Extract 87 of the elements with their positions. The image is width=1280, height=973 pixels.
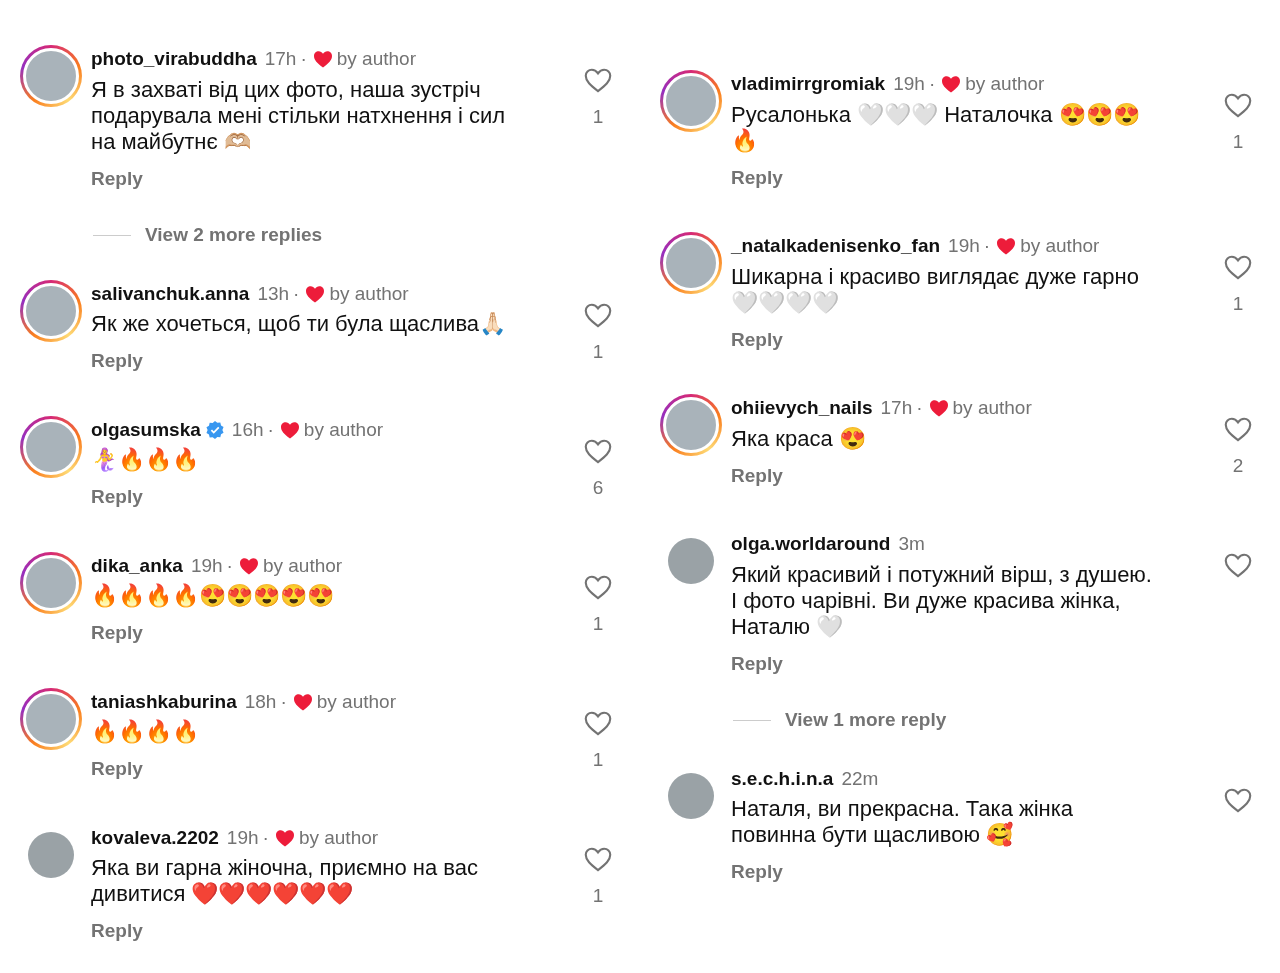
comment-text: Яка краса 😍	[731, 425, 867, 452]
reply-link[interactable]: Reply	[731, 461, 783, 490]
username[interactable]: salivanchuk.anna	[91, 279, 250, 308]
liked-by-author-label: by author	[965, 72, 1045, 96]
reply-link[interactable]: Reply	[91, 917, 143, 946]
separator-dot: ·	[267, 417, 274, 442]
like-count: 6	[592, 475, 604, 500]
comment-text: Наталя, ви прекрасна. Така жінка повинна бути щасливою 🥰	[731, 796, 1075, 848]
like-count: 1	[592, 747, 604, 772]
reply-link[interactable]: Reply	[91, 483, 143, 512]
like-count: 1	[592, 105, 604, 129]
reply-link[interactable]: Reply	[91, 164, 143, 193]
comment-time: 22m	[841, 766, 879, 791]
username[interactable]: olga.worldaround	[731, 530, 891, 559]
separator-dot: ·	[983, 234, 991, 258]
avatar-photo-placeholder[interactable]	[668, 772, 714, 819]
comment-text: Русалонька 🤍🤍🤍 Наталочка 😍😍😍 🔥	[731, 101, 1141, 154]
comment-text: Шикарна і красиво виглядає дуже гарно 🤍🤍🤍🤍	[731, 263, 1140, 316]
like-heart-icon[interactable]	[1224, 552, 1252, 578]
username[interactable]: olgasumska	[91, 415, 201, 444]
liked-by-author-label: by author	[329, 281, 409, 306]
username[interactable]: ohiievych_nails	[731, 394, 873, 423]
comment-time: 13h	[257, 281, 290, 306]
username[interactable]: vladimirrgromiak	[731, 70, 886, 99]
reply-link[interactable]: Reply	[731, 858, 783, 887]
comment-time: 17h	[264, 47, 297, 71]
separator-dot: ·	[916, 396, 923, 420]
comment-time: 3m	[898, 532, 925, 556]
like-heart-icon[interactable]	[1224, 416, 1252, 442]
username[interactable]: photo_virabuddha	[91, 45, 257, 74]
username[interactable]: dika_anka	[91, 551, 183, 580]
like-heart-icon[interactable]	[584, 301, 612, 328]
comment-time: 19h	[226, 825, 259, 850]
reply-link[interactable]: Reply	[91, 755, 143, 784]
liked-by-author-label: by author	[303, 417, 384, 442]
like-count: 1	[592, 611, 604, 636]
like-count: 1	[1232, 130, 1244, 154]
separator-dot: ·	[293, 281, 300, 306]
liked-by-author-label: by author	[336, 47, 416, 71]
like-count: 1	[592, 883, 604, 908]
like-heart-icon[interactable]	[584, 709, 612, 736]
avatar-photo-placeholder[interactable]	[28, 831, 74, 878]
comment-text: Який красивий і потужний вірш, з душею. І фото чарівні. Ви дуже красива жінка, Наталю 🤍	[731, 561, 1153, 640]
comment-time: 18h	[244, 689, 277, 714]
comment-time: 19h	[893, 72, 925, 96]
view-replies-link[interactable]: View 2 more replies	[145, 221, 323, 250]
like-heart-icon[interactable]	[584, 437, 612, 464]
comment-text: 🧜‍♀🔥🔥🔥	[91, 447, 200, 473]
like-count: 1	[592, 339, 604, 364]
comment-time: 17h	[880, 396, 913, 420]
comment-time: 16h	[231, 417, 264, 442]
liked-by-author-label: by author	[316, 689, 396, 714]
separator-dot: ·	[226, 553, 233, 578]
reply-link[interactable]: Reply	[91, 347, 143, 376]
like-heart-icon[interactable]	[584, 845, 612, 872]
separator-dot: ·	[262, 825, 269, 850]
username[interactable]: taniashkaburina	[91, 687, 237, 716]
comment-text: 🔥🔥🔥🔥	[91, 719, 200, 745]
comment-text: Я в захваті від цих фото, наша зустріч подарувала мені стільки натхнення і сил на майбутнє 🫶🏼	[91, 76, 507, 155]
comment-time: 19h	[948, 234, 980, 258]
comment-time: 19h	[190, 553, 223, 578]
separator-dot: ·	[300, 47, 307, 71]
reply-link[interactable]: Reply	[731, 649, 783, 678]
like-heart-icon[interactable]	[1224, 254, 1252, 280]
username[interactable]: kovaleva.2202	[91, 823, 219, 852]
reply-link[interactable]: Reply	[91, 619, 143, 648]
liked-by-author-label: by author	[1020, 234, 1100, 258]
username[interactable]: s.e.c.h.i.n.a	[731, 764, 834, 793]
comment-text: 🔥🔥🔥🔥😍😍😍😍😍	[91, 583, 335, 609]
avatar-photo-placeholder[interactable]	[668, 538, 714, 584]
like-heart-icon[interactable]	[1224, 92, 1252, 118]
like-heart-icon[interactable]	[584, 67, 612, 93]
like-heart-icon[interactable]	[1224, 786, 1252, 813]
reply-link[interactable]: Reply	[731, 163, 783, 192]
like-heart-icon[interactable]	[584, 573, 612, 600]
separator-dot: ·	[928, 72, 936, 96]
separator-dot: ·	[280, 689, 287, 714]
liked-by-author-label: by author	[298, 825, 379, 850]
liked-by-author-label: by author	[952, 396, 1032, 420]
like-count: 1	[1232, 292, 1244, 316]
like-count: 2	[1232, 454, 1244, 478]
reply-link[interactable]: Reply	[731, 325, 783, 354]
comment-text: Яка ви гарна жіночна, приємно на вас дивитися ❤❤❤❤❤❤	[91, 855, 479, 907]
comment-text: Як же хочеться, щоб ти була щаслива🙏🏻	[91, 311, 508, 337]
liked-by-author-label: by author	[262, 553, 343, 578]
username[interactable]: _natalkadenisenko_fan	[731, 232, 941, 261]
view-replies-link[interactable]: View 1 more reply	[785, 706, 947, 735]
